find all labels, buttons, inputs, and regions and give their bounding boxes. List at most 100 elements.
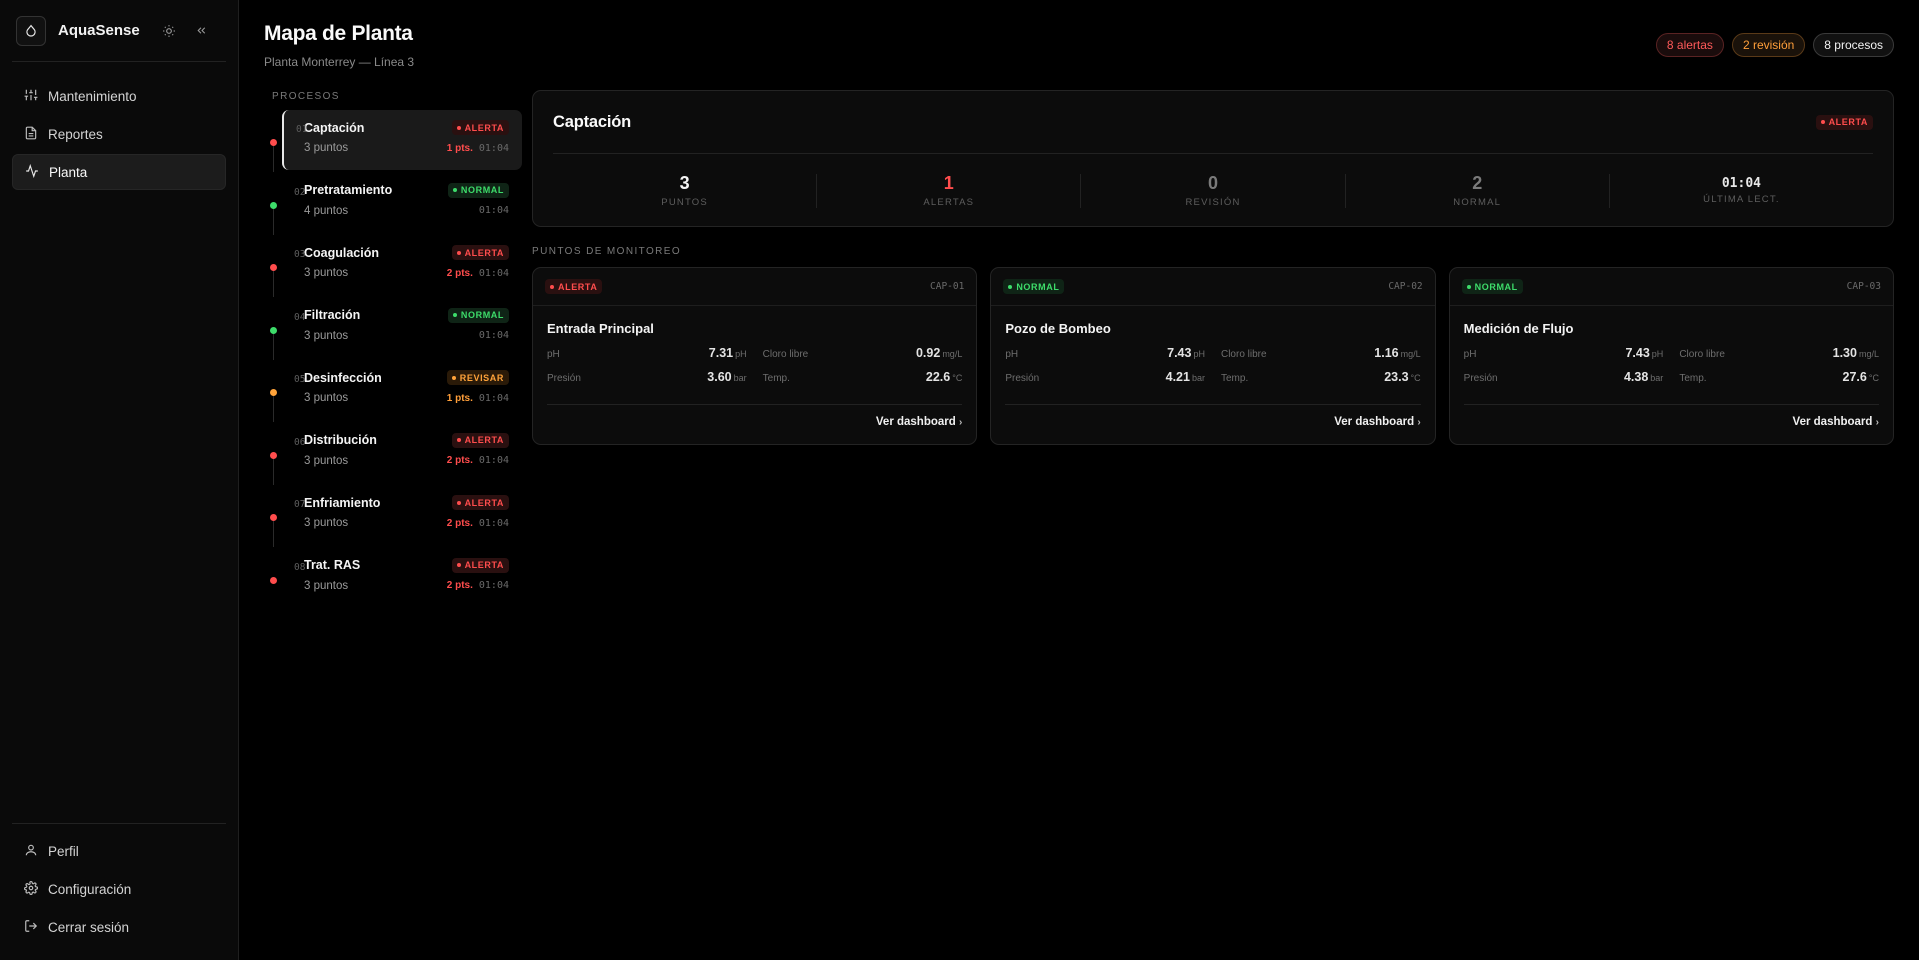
- reading-label: Cloro libre: [1679, 349, 1725, 360]
- timeline-line: [273, 146, 274, 172]
- nav-item-mantenimiento[interactable]: Mantenimiento: [12, 78, 226, 114]
- process-number: 03: [294, 249, 306, 260]
- chevron-right-icon: ›: [1875, 417, 1879, 428]
- nav-label: Planta: [49, 164, 88, 180]
- last-reading-time: 01:04: [478, 455, 509, 466]
- nav-label: Perfil: [48, 843, 79, 859]
- process-points: 3 puntos: [304, 517, 349, 529]
- status-badge: ALERTA: [451, 245, 509, 260]
- process-name: Desinfección: [304, 370, 382, 385]
- status-badge: ALERTA: [451, 495, 509, 510]
- process-name: Enfriamiento: [304, 495, 381, 510]
- status-dot: [270, 389, 277, 396]
- status-badge: ALERTA: [451, 557, 509, 573]
- reading-value: 27.6 °C: [1842, 370, 1879, 384]
- ver-dashboard-link[interactable]: Ver dashboard ›: [547, 416, 962, 428]
- nav-item-configuracion[interactable]: Configuración: [12, 870, 226, 908]
- nav-item-reportes[interactable]: Reportes: [12, 116, 226, 152]
- ver-dashboard-link[interactable]: Ver dashboard ›: [1464, 416, 1879, 428]
- point-name: Pozo de Bombeo: [1005, 321, 1111, 336]
- status-badge: ALERTA: [451, 432, 509, 448]
- droplet-icon[interactable]: [16, 15, 46, 46]
- last-reading-time: 01:04: [478, 142, 509, 154]
- stat-label: ÚLTIMA LECT.: [1703, 194, 1780, 205]
- review-count-badge[interactable]: 2 revisión: [1731, 33, 1806, 57]
- point-name: Entrada Principal: [547, 321, 654, 336]
- alert-points: 2 pts.: [446, 455, 473, 466]
- process-number: 01: [296, 124, 308, 135]
- reading-label: Presión: [547, 373, 581, 384]
- process-detail: Captación ALERTA 3 PUNTOS 1 ALERTAS 0 RE…: [532, 90, 1894, 610]
- timeline-line: [273, 458, 274, 485]
- process-item-filtraci-n[interactable]: 04 Filtración NORMAL 3 puntos 01:04: [264, 298, 522, 360]
- monitoring-heading: PUNTOS DE MONITOREO: [532, 246, 682, 257]
- last-reading-time: 01:04: [478, 580, 509, 591]
- process-number: 08: [294, 561, 306, 573]
- process-number: 04: [294, 311, 306, 323]
- stat-value: 0: [1208, 173, 1219, 193]
- status-badge: NORMAL: [1461, 279, 1523, 294]
- reading-label: pH: [1463, 349, 1477, 360]
- process-name: Filtración: [304, 308, 361, 322]
- reading-presion: Presión 4.38 bar: [1464, 370, 1664, 394]
- sliders-icon: [24, 88, 38, 105]
- process-name: Captación: [304, 120, 365, 135]
- status-badge: ALERTA: [1815, 114, 1873, 130]
- process-item-coagulaci-n[interactable]: 03 Coagulación ALERTA 3 puntos 2 pts. 01:04: [264, 235, 522, 297]
- status-badge: NORMAL: [447, 307, 509, 323]
- timeline-line: [273, 396, 274, 422]
- last-reading-time: 01:04: [478, 267, 509, 279]
- process-number: 02: [294, 186, 306, 198]
- stat-revision: 0 REVISIÓN: [1081, 173, 1346, 208]
- process-count-badge[interactable]: 8 procesos: [1813, 33, 1894, 57]
- stat-label: ALERTAS: [923, 197, 975, 208]
- monitoring-point-card: NORMAL CAP-02 Pozo de Bombeo pH 7.43 pH Cloro …: [990, 267, 1436, 445]
- sidebar: AquaSense Mantenimiento Reportes Planta …: [0, 0, 239, 960]
- process-item-trat-ras[interactable]: 08 Trat. RAS ALERTA 3 puntos 2 pts. 01:04: [264, 548, 522, 608]
- process-item-enfriamiento[interactable]: 07 Enfriamiento ALERTA 3 puntos 2 pts. 01:04: [264, 485, 522, 547]
- monitoring-point-card: ALERTA CAP-01 Entrada Principal pH 7.31 pH Clo…: [532, 267, 978, 445]
- process-item-captaci-n[interactable]: 01 Captación ALERTA 3 puntos 1 pts. 01:04: [270, 110, 522, 172]
- process-points: 3 puntos: [304, 329, 349, 342]
- process-name: Trat. RAS: [304, 558, 361, 572]
- reading-label: Presión: [1463, 373, 1498, 384]
- monitoring-point-card: NORMAL CAP-03 Medición de Flujo pH 7.43 pH Clo…: [1448, 267, 1894, 445]
- process-item-desinfecci-n[interactable]: 05 Desinfección REVISAR 3 puntos 1 pts. 01:04: [264, 360, 522, 422]
- divider: [12, 823, 226, 824]
- reading-label: Temp.: [762, 373, 790, 384]
- logout-icon: [24, 919, 38, 936]
- reading-unit: °C: [952, 373, 963, 383]
- stat-label: PUNTOS: [661, 197, 708, 208]
- stat-value: 01:04: [1721, 176, 1761, 191]
- stat-alertas: 1 ALERTAS: [817, 173, 1082, 208]
- reading-value: 0.92 mg/L: [915, 346, 963, 360]
- nav-item-perfil[interactable]: Perfil: [12, 832, 226, 870]
- alerts-count-badge[interactable]: 8 alertas: [1655, 33, 1724, 57]
- reading-temp: Temp. 23.3 °C: [1221, 370, 1421, 394]
- reading-unit: pH: [1193, 349, 1205, 359]
- reading-label: Cloro libre: [762, 349, 809, 360]
- reading-unit: mg/L: [1858, 349, 1879, 359]
- reading-label: Cloro libre: [1220, 349, 1267, 360]
- process-item-pretratamiento[interactable]: 02 Pretratamiento NORMAL 4 puntos 01:04: [264, 173, 522, 235]
- status-dot: [270, 264, 277, 271]
- status-badge: NORMAL: [447, 182, 509, 198]
- reading-value: 1.16 mg/L: [1374, 346, 1421, 360]
- nav-item-cerrar-sesion[interactable]: Cerrar sesión: [12, 908, 226, 946]
- process-summary-card: Captación ALERTA 3 PUNTOS 1 ALERTAS 0 RE…: [532, 90, 1894, 227]
- status-dot: [270, 514, 277, 521]
- process-item-distribuci-n[interactable]: 06 Distribución ALERTA 3 puntos 2 pts. 01:04: [264, 423, 522, 485]
- process-name: Distribución: [304, 433, 377, 447]
- stat-label: NORMAL: [1453, 197, 1502, 208]
- collapse-icon[interactable]: [193, 23, 209, 39]
- reading-value: 3.60 bar: [707, 370, 747, 384]
- sun-icon[interactable]: [161, 23, 177, 39]
- user-icon: [24, 843, 38, 860]
- process-number: 07: [294, 499, 306, 510]
- point-id: CAP-03: [1846, 281, 1881, 292]
- nav-label: Reportes: [48, 126, 103, 142]
- chevron-right-icon: ›: [1417, 417, 1421, 428]
- ver-dashboard-link[interactable]: Ver dashboard ›: [1005, 416, 1420, 428]
- nav-item-planta[interactable]: Planta: [12, 154, 226, 190]
- stat-value: 3: [679, 173, 690, 193]
